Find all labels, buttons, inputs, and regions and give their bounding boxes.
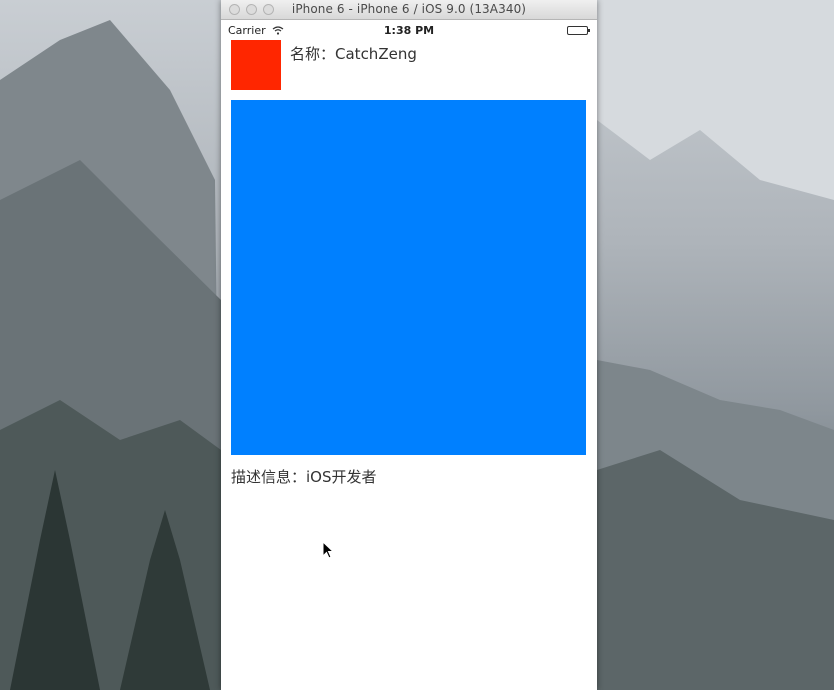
status-bar: Carrier 1:38 PM [224,20,594,40]
simulator-titlebar: iPhone 6 - iPhone 6 / iOS 9.0 (13A340) [221,0,597,20]
mouse-cursor-icon [322,541,334,559]
content-image [231,100,586,455]
window-title: iPhone 6 - iPhone 6 / iOS 9.0 (13A340) [291,2,527,16]
name-value: CatchZeng [335,45,417,63]
simulator-window: iPhone 6 - iPhone 6 / iOS 9.0 (13A340) C… [221,0,597,690]
phone-screen: Carrier 1:38 PM 名称：CatchZeng 描述信息：iOS开发者 [224,20,594,687]
description-label: 描述信息： [231,468,307,486]
status-time: 1:38 PM [383,24,435,37]
avatar [231,40,281,90]
description-row: 描述信息：iOS开发者 [231,466,377,487]
battery-icon [567,26,590,35]
name-label: 名称： [290,45,336,63]
name-row: 名称：CatchZeng [290,43,417,64]
description-value: iOS开发者 [306,468,377,486]
